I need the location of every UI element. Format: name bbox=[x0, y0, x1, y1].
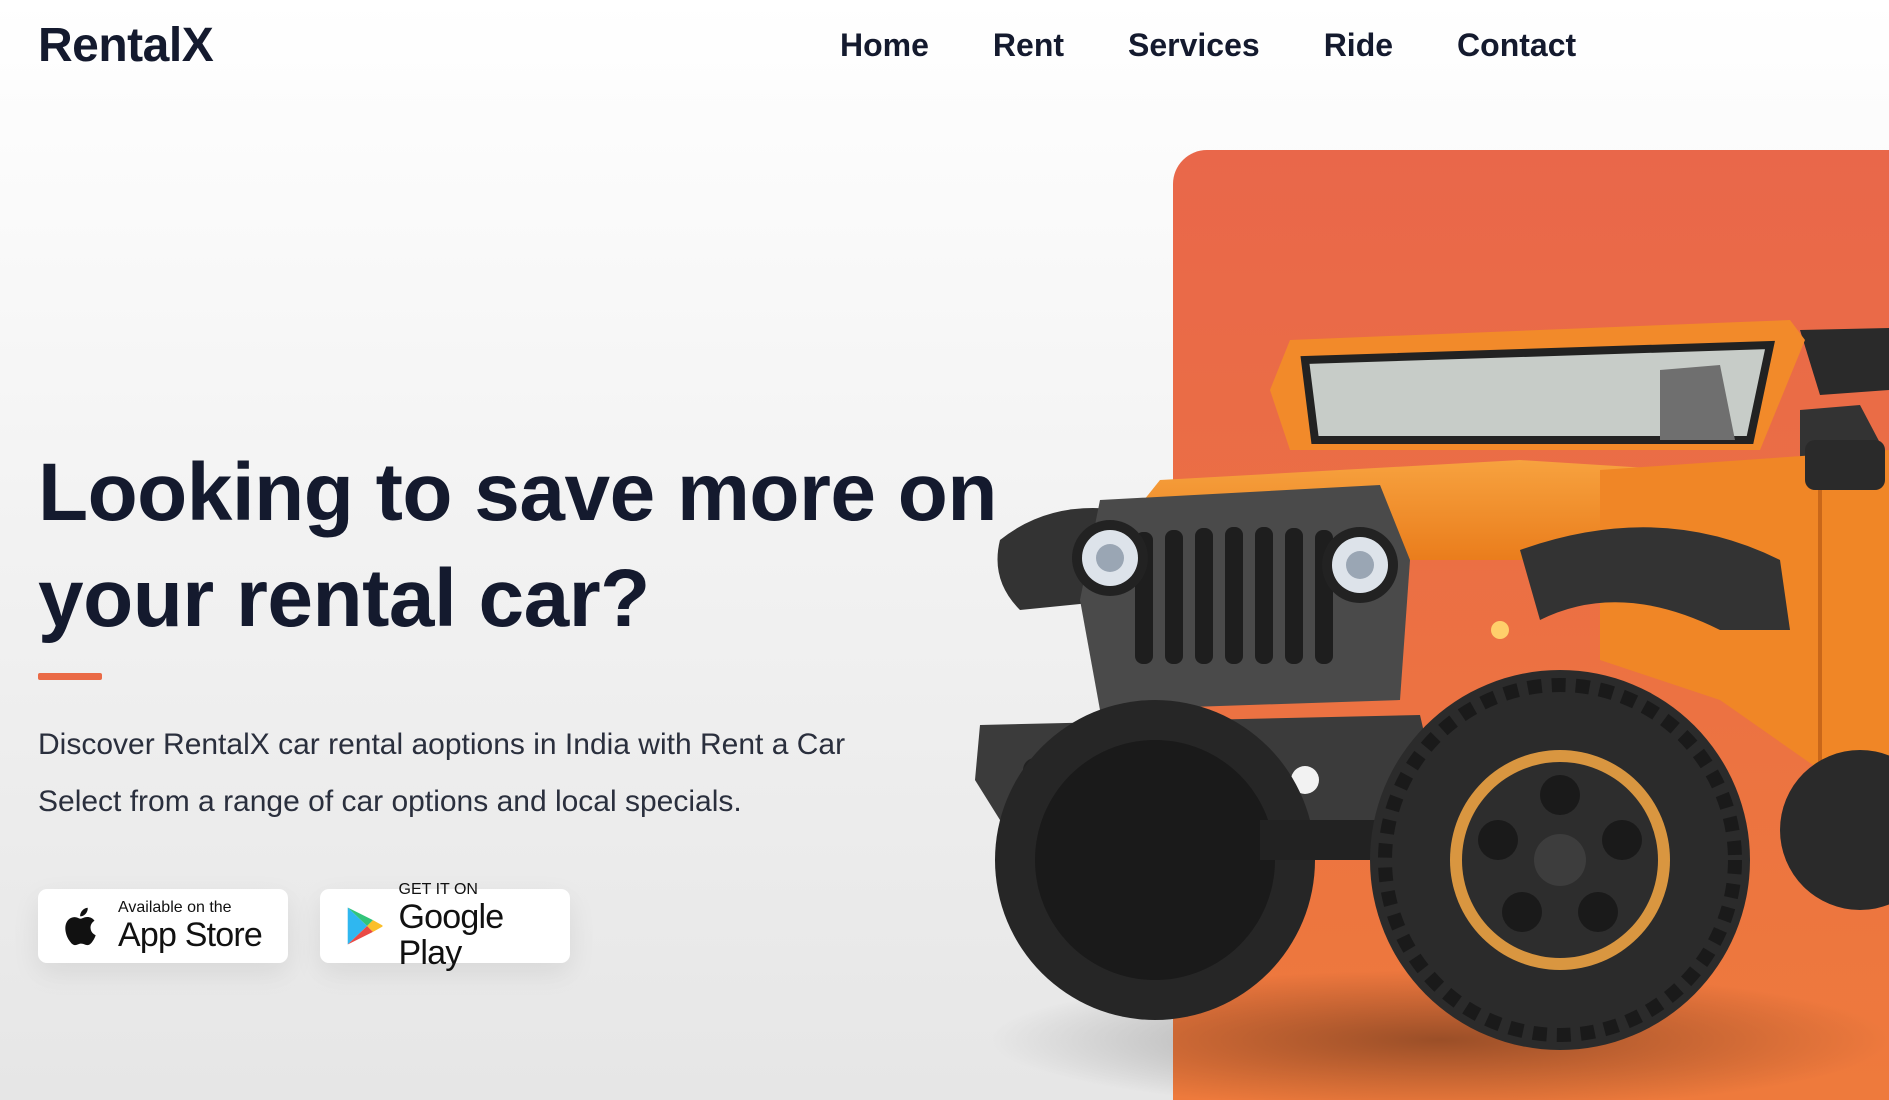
brand-logo[interactable]: RentalX bbox=[38, 18, 214, 73]
app-store-small-text: Available on the bbox=[118, 899, 232, 916]
google-play-button[interactable]: GET IT ON Google Play bbox=[320, 881, 570, 971]
nav-item-ride[interactable]: Ride bbox=[1324, 25, 1393, 65]
jeep-car-image bbox=[975, 320, 1889, 1100]
nav-item-contact[interactable]: Contact bbox=[1457, 25, 1576, 65]
app-store-big-text: App Store bbox=[118, 916, 263, 954]
app-store-button[interactable]: Available on the App Store bbox=[38, 889, 288, 963]
hero-title: Looking to save more on your rental car? bbox=[38, 447, 997, 644]
nav-item-home[interactable]: Home bbox=[840, 25, 929, 65]
google-play-icon bbox=[347, 907, 383, 945]
hero-description: Discover RentalX car rental aoptions in … bbox=[38, 716, 998, 830]
google-play-text: GET IT ON Google Play bbox=[399, 881, 570, 971]
google-play-small-text: GET IT ON bbox=[398, 881, 478, 898]
app-store-text: Available on the App Store bbox=[118, 899, 263, 954]
google-play-big-text: Google Play bbox=[398, 898, 505, 972]
main-nav: Home Rent Services Ride Contact bbox=[840, 25, 1576, 65]
apple-icon bbox=[65, 907, 96, 946]
nav-item-services[interactable]: Services bbox=[1128, 25, 1260, 65]
hero-description-line-2: Select from a range of car options and l… bbox=[38, 785, 742, 818]
site-header: RentalX Home Rent Services Ride Contact bbox=[0, 0, 1889, 92]
title-accent-bar bbox=[38, 673, 102, 680]
hero-description-line-1: Discover RentalX car rental aoptions in … bbox=[38, 728, 846, 761]
nav-item-rent[interactable]: Rent bbox=[993, 25, 1064, 65]
